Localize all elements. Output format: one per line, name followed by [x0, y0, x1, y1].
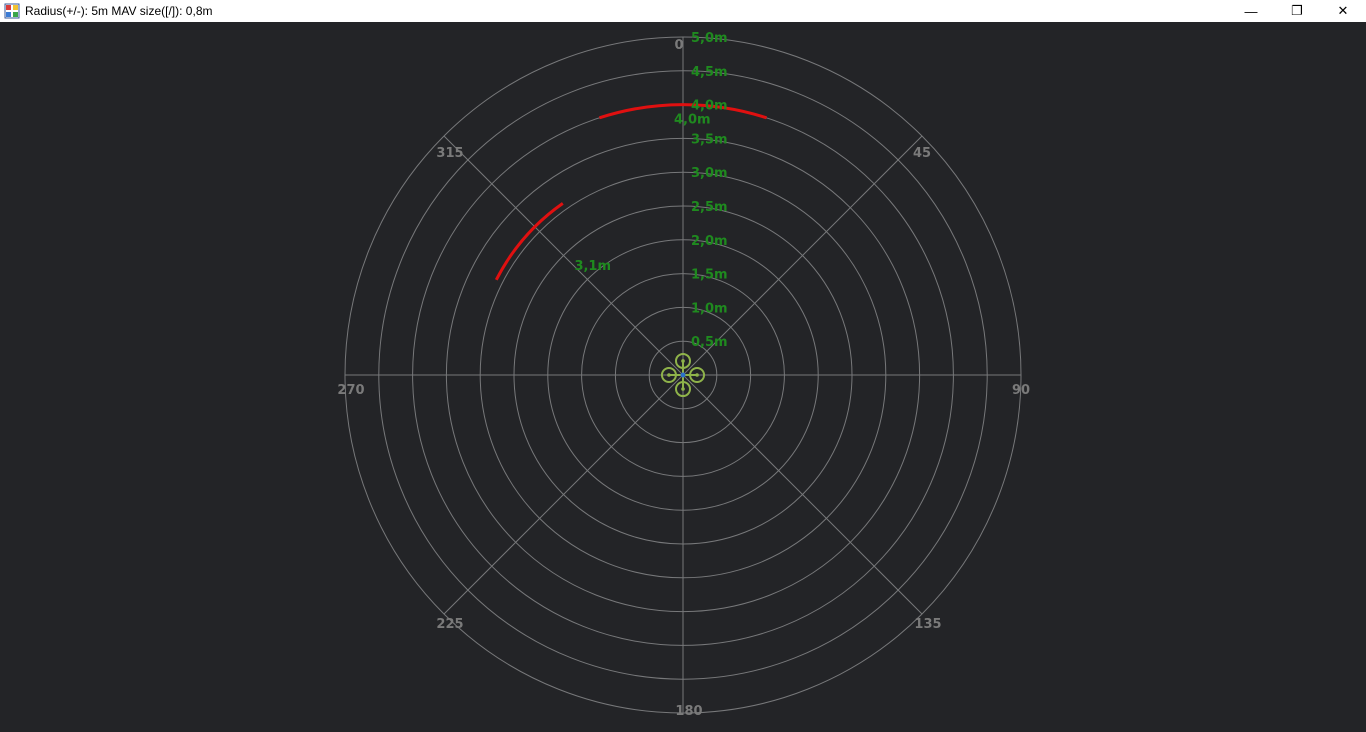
close-button[interactable]: ✕ [1320, 0, 1366, 22]
close-icon: ✕ [1337, 3, 1349, 18]
window-title: Radius(+/-): 5m MAV size([/]): 0,8m [25, 4, 213, 18]
obstacle-layer: 3,1m 4,0m [494, 103, 768, 281]
range-label: 0,5m [691, 335, 728, 350]
range-labels: 0,5m 1,0m 1,5m 2,0m 2,5m 3,0m 3,5m 4,0m 4,5m 5,0m [691, 31, 728, 350]
range-label: 5,0m [691, 31, 728, 46]
mav-rotor-hub [695, 373, 699, 377]
range-label: 4,5m [691, 65, 728, 80]
range-label: 3,5m [691, 132, 728, 147]
mav-rotor-hub [667, 373, 671, 377]
restore-icon: ❐ [1291, 3, 1303, 18]
window-controls: — ❐ ✕ [1228, 0, 1366, 22]
range-label: 1,5m [691, 268, 728, 283]
obstacle-distance-label: 4,0m [674, 113, 711, 128]
radar-canvas: 3,1m 4,0m 0 45 90 135 180 225 270 315 0,5m 1,0m 1,… [0, 22, 1366, 728]
bearing-label: 225 [436, 617, 463, 632]
title-bar: Radius(+/-): 5m MAV size([/]): 0,8m — ❐ … [0, 0, 1366, 22]
mav-rotor-hub [681, 359, 685, 363]
radar-display: 3,1m 4,0m 0 45 90 135 180 225 270 315 0,5m 1,0m 1,… [337, 31, 1030, 719]
bearing-label: 0 [674, 38, 683, 53]
bearing-label: 135 [914, 617, 941, 632]
range-label: 2,0m [691, 234, 728, 249]
bearing-label: 180 [675, 704, 702, 719]
obstacle-distance-label: 3,1m [574, 259, 611, 274]
bearing-label: 315 [436, 146, 463, 161]
minimize-icon: — [1244, 3, 1258, 19]
range-label: 4,0m [691, 99, 728, 114]
minimize-button[interactable]: — [1228, 0, 1274, 22]
restore-button[interactable]: ❐ [1274, 0, 1320, 22]
bearing-label: 270 [337, 383, 364, 398]
bearing-label: 45 [913, 146, 931, 161]
obstacle-arc [494, 202, 564, 281]
mav-rotor-hub [681, 387, 685, 391]
range-label: 2,5m [691, 200, 728, 215]
mav-center [680, 372, 686, 378]
range-label: 3,0m [691, 166, 728, 181]
app-icon [4, 3, 20, 19]
range-label: 1,0m [691, 301, 728, 316]
bearing-label: 90 [1012, 383, 1030, 398]
